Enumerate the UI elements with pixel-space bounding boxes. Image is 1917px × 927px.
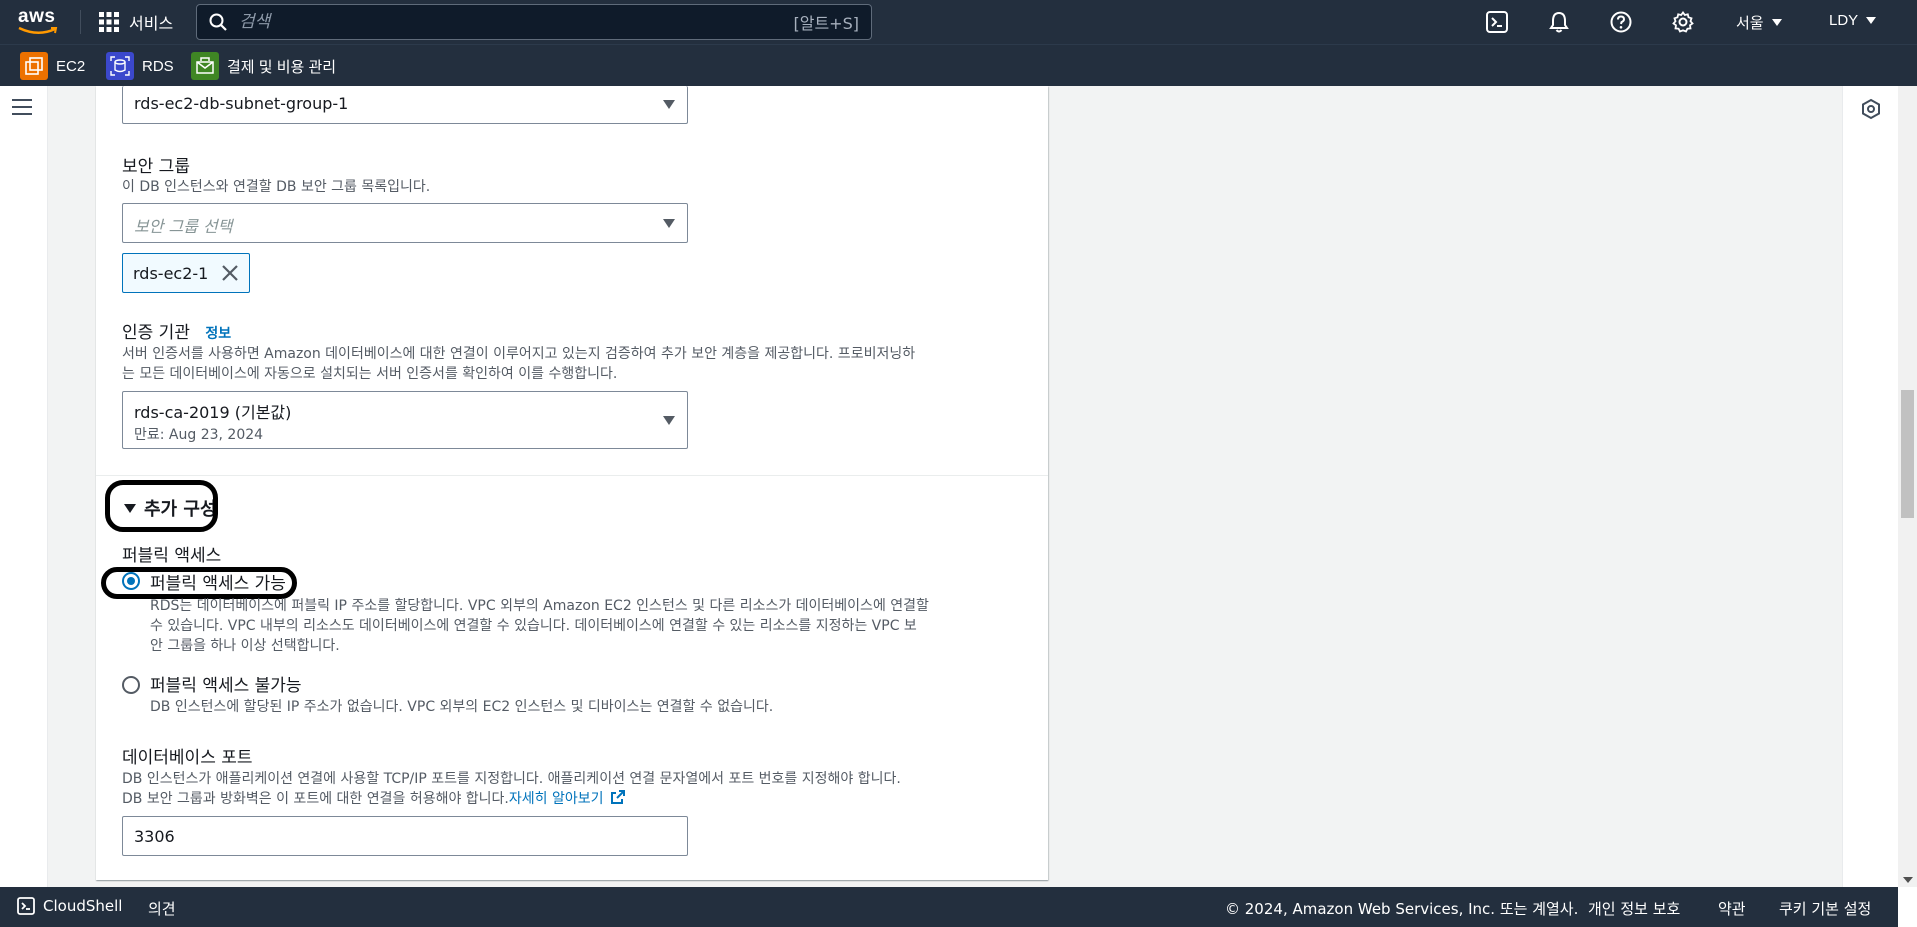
search-shortcut-hint: [알트+S] <box>793 14 860 33</box>
notifications-bell-icon[interactable] <box>1548 11 1570 33</box>
favorite-label: EC2 <box>56 57 86 75</box>
settings-gear-icon[interactable] <box>1672 11 1694 33</box>
footer-cookies-link[interactable]: 쿠키 기본 설정 <box>1779 898 1871 919</box>
database-port-input[interactable] <box>122 816 688 856</box>
region-label: 서울 <box>1736 14 1764 32</box>
security-group-token: rds-ec2-1 <box>122 253 250 293</box>
footer-cloudshell-label: CloudShell <box>43 897 123 915</box>
footer: CloudShell 의견 © 2024, Amazon Web Service… <box>0 887 1898 927</box>
additional-config-toggle[interactable]: 추가 구성 <box>124 495 217 521</box>
caret-down-icon <box>124 503 136 513</box>
nav-separator <box>80 10 81 34</box>
aws-logo-text: aws <box>18 6 56 27</box>
certificate-authority-title: 인증 기관 <box>122 323 190 343</box>
favorites-bar: EC2 RDS 결제 및 비용 관리 <box>0 44 1917 86</box>
services-menu-button[interactable]: 서비스 <box>99 10 173 34</box>
region-selector[interactable]: 서울 <box>1736 12 1782 33</box>
public-access-no-radio[interactable] <box>122 676 140 694</box>
certificate-authority-label: 인증 기관 정보 <box>122 318 231 343</box>
right-tools-rail <box>1842 86 1898 887</box>
footer-privacy-link[interactable]: 개인 정보 보호 <box>1588 898 1680 919</box>
chevron-down-icon <box>1866 17 1877 24</box>
search-icon <box>209 13 227 31</box>
additional-config-label: 추가 구성 <box>144 499 217 520</box>
account-label: LDY <box>1829 12 1859 29</box>
favorite-label: RDS <box>142 57 174 75</box>
certificate-authority-info-link[interactable]: 정보 <box>205 326 231 342</box>
public-access-no-desc: DB 인스턴스에 할당된 IP 주소가 없습니다. VPC 외부의 EC2 인스… <box>150 699 774 715</box>
security-group-label: 보안 그룹 <box>122 157 190 177</box>
footer-feedback-link[interactable]: 의견 <box>148 898 176 919</box>
aws-logo[interactable]: aws <box>18 7 62 37</box>
chevron-down-icon <box>663 219 675 228</box>
chevron-down-icon <box>1771 19 1782 26</box>
left-navigation-rail <box>0 86 48 887</box>
favorite-label: 결제 및 비용 관리 <box>227 58 337 76</box>
services-label: 서비스 <box>129 16 174 33</box>
database-port-description-1: DB 인스턴스가 애플리케이션 연결에 사용할 TCP/IP 포트를 지정합니다… <box>122 771 901 787</box>
database-port-description-2: DB 보안 그룹과 방화벽은 이 포트에 대한 연결을 허용해야 합니다.자세히… <box>122 789 626 809</box>
info-panel-icon[interactable] <box>1860 98 1882 120</box>
learn-more-link[interactable]: 자세히 알아보기 <box>508 790 626 807</box>
close-icon[interactable] <box>221 264 239 282</box>
database-port-description-text: DB 보안 그룹과 방화벽은 이 포트에 대한 연결을 허용해야 합니다. <box>122 791 509 807</box>
favorite-ec2[interactable]: EC2 <box>20 52 85 80</box>
external-link-icon <box>610 790 625 804</box>
favorite-billing[interactable]: 결제 및 비용 관리 <box>191 52 336 80</box>
cloudshell-icon[interactable] <box>1486 11 1508 33</box>
public-access-label: 퍼블릭 액세스 <box>122 546 222 566</box>
ec2-service-icon <box>20 52 48 80</box>
certificate-authority-select[interactable]: rds-ca-2019 (기본값) 만료: Aug 23, 2024 <box>122 391 688 449</box>
scrollbar-thumb[interactable] <box>1901 390 1914 518</box>
connectivity-panel: rds-ec2-db-subnet-group-1 보안 그룹 이 DB 인스턴… <box>96 86 1048 880</box>
certificate-authority-description-2: 는 모든 데이터베이스에 자동으로 설치되는 서버 인증서를 확인하여 이를 수… <box>122 366 618 382</box>
chevron-down-icon <box>663 416 675 425</box>
top-navigation: aws 서비스 [알트+S] <box>0 0 1917 44</box>
hamburger-menu-icon[interactable] <box>12 99 32 115</box>
aws-smile-icon <box>18 26 58 34</box>
security-group-placeholder: 보안 그룹 선택 <box>134 217 233 236</box>
security-group-description: 이 DB 인스턴스와 연결할 DB 보안 그룹 목록입니다. <box>122 179 431 195</box>
billing-service-icon <box>191 52 219 80</box>
public-access-no-label[interactable]: 퍼블릭 액세스 불가능 <box>150 671 302 696</box>
rds-service-icon <box>106 52 134 80</box>
public-access-yes-desc-2: 수 있습니다. VPC 내부의 리소스도 데이터베이스에 연결할 수 있습니다.… <box>150 618 917 634</box>
database-port-label: 데이터베이스 포트 <box>122 748 253 768</box>
footer-cloudshell-button[interactable]: CloudShell <box>17 897 122 915</box>
scroll-down-arrow-icon[interactable] <box>1903 877 1913 883</box>
help-icon[interactable] <box>1610 11 1632 33</box>
grid-icon <box>99 12 119 32</box>
account-menu[interactable]: LDY <box>1829 12 1877 29</box>
subnet-group-value: rds-ec2-db-subnet-group-1 <box>134 94 349 113</box>
certificate-authority-description-1: 서버 인증서를 사용하면 Amazon 데이터베이스에 대한 연결이 이루어지고… <box>122 346 916 362</box>
public-access-yes-desc-3: 안 그룹을 하나 이상 선택합니다. <box>150 638 340 654</box>
security-group-select[interactable]: 보안 그룹 선택 <box>122 203 688 243</box>
section-divider <box>96 475 1048 476</box>
public-access-yes-radio[interactable] <box>122 572 140 590</box>
certificate-expiry: 만료: Aug 23, 2024 <box>134 427 264 443</box>
footer-terms-link[interactable]: 약관 <box>1718 898 1746 919</box>
certificate-authority-value: rds-ca-2019 (기본값) <box>134 403 292 422</box>
learn-more-label: 자세히 알아보기 <box>508 791 604 807</box>
cloudshell-icon <box>17 897 35 915</box>
security-group-token-label: rds-ec2-1 <box>133 263 209 283</box>
public-access-yes-label[interactable]: 퍼블릭 액세스 가능 <box>150 569 286 594</box>
page-scrollbar[interactable] <box>1898 86 1917 887</box>
public-access-yes-desc-1: RDS는 데이터베이스에 퍼블릭 IP 주소를 할당합니다. VPC 외부의 A… <box>150 598 929 614</box>
subnet-group-select[interactable]: rds-ec2-db-subnet-group-1 <box>122 86 688 124</box>
search-input[interactable] <box>239 12 794 32</box>
footer-copyright: © 2024, Amazon Web Services, Inc. 또는 계열사… <box>1225 900 1579 918</box>
favorite-rds[interactable]: RDS <box>106 52 174 80</box>
chevron-down-icon <box>663 100 675 109</box>
search-bar[interactable]: [알트+S] <box>196 4 872 40</box>
